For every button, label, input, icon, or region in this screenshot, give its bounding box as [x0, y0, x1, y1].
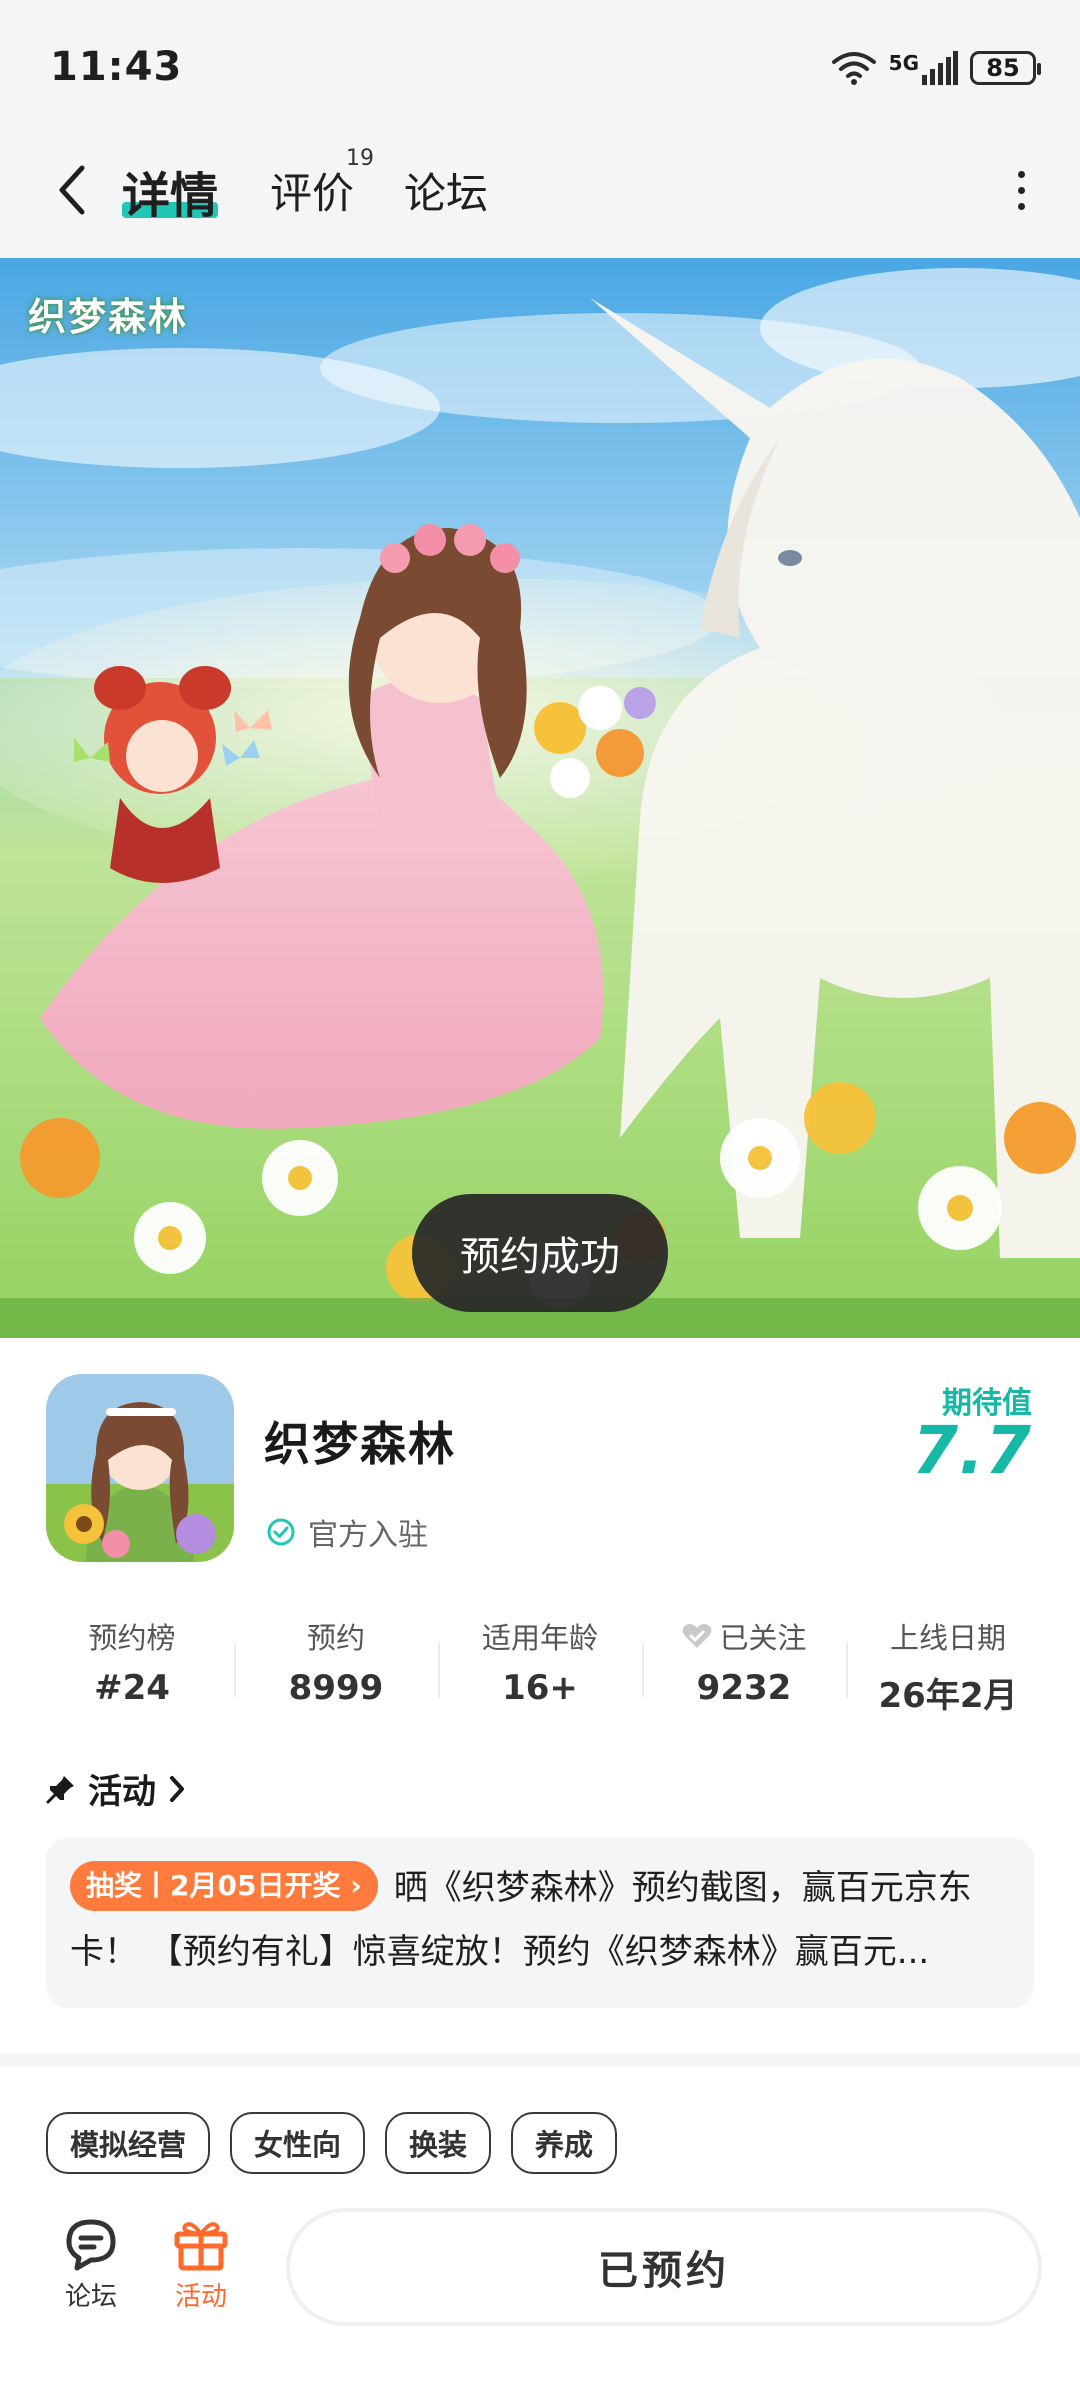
genre-tags: 模拟经营 女性向 换装 养成: [46, 2112, 618, 2174]
hero-game-logo: 织梦森林: [28, 294, 189, 339]
tab-reviews[interactable]: 评价: [270, 160, 354, 221]
reviews-count: 19: [346, 146, 374, 171]
expect-score: 7.7: [912, 1412, 1032, 1489]
stat-label: 上线日期: [889, 1621, 1006, 1655]
back-button[interactable]: [44, 162, 100, 218]
activity-title: 活动: [88, 1772, 156, 1812]
battery-level: 85: [986, 54, 1020, 82]
tab-forum[interactable]: 论坛: [404, 160, 488, 221]
stats-row: 预约榜 #24 预约 8999 适用年龄 16+ 已关注 9232 上线日期 2…: [30, 1614, 1050, 1724]
game-info-card: 织梦森林 官方入驻 期待值 7.7 预约榜 #24 预约 8999 适用年龄 1…: [0, 1338, 1080, 2058]
tag-item[interactable]: 养成: [511, 2112, 618, 2174]
lottery-tag-label: 抽奖丨2月05日开奖: [86, 1869, 341, 1902]
stat-age-rating: 适用年龄 16+: [438, 1614, 642, 1724]
game-title: 织梦森林: [264, 1417, 456, 1471]
check-circle-icon: [267, 1518, 295, 1546]
lottery-tag[interactable]: 抽奖丨2月05日开奖 ›: [70, 1861, 378, 1911]
tag-item[interactable]: 模拟经营: [46, 2112, 211, 2174]
stat-reservations: 预约 8999: [234, 1614, 438, 1724]
status-time: 11:43: [50, 44, 183, 90]
stat-value: 16+: [502, 1668, 578, 1708]
stat-value: 26年2月: [878, 1676, 1018, 1716]
bottom-action-bar: 论坛 活动 已预约: [0, 2180, 1080, 2387]
stat-label: 预约: [306, 1621, 365, 1655]
tag-item[interactable]: 换装: [385, 2112, 492, 2174]
network-type: 5G: [888, 51, 919, 75]
activity-header[interactable]: 活动: [46, 1764, 186, 1813]
gift-icon: [174, 2222, 228, 2271]
tag-item[interactable]: 女性向: [230, 2112, 366, 2174]
more-dot-icon: [1017, 202, 1025, 210]
verified-label: 官方入驻: [308, 1518, 428, 1553]
stat-label: 已关注: [719, 1621, 807, 1655]
network-indicator: 5G: [889, 51, 958, 85]
bottom-nav-activity[interactable]: 活动: [156, 2216, 246, 2313]
heart-icon: [683, 1624, 712, 1648]
game-app-icon: [46, 1374, 234, 1562]
stat-value: #24: [94, 1668, 170, 1708]
bottom-nav-activity-label: 活动: [174, 2282, 227, 2312]
header-nav: 详情 评价 19 论坛: [0, 140, 1080, 240]
top-bar: 11:43 5G 85 详情 评价 19 论坛: [0, 0, 1080, 258]
chevron-left-icon: [59, 165, 85, 215]
more-dot-icon: [1017, 170, 1025, 178]
hero-banner[interactable]: 织梦森林: [0, 258, 1080, 1338]
tab-details[interactable]: 详情: [122, 156, 218, 226]
section-divider: [0, 2054, 1080, 2066]
more-options-button[interactable]: [1006, 162, 1036, 218]
status-icons: 5G 85: [831, 44, 1041, 92]
stat-value: 8999: [288, 1668, 384, 1708]
toast-message: 预约成功: [412, 1194, 668, 1312]
pin-icon: [46, 1775, 74, 1803]
signal-icon: [922, 51, 958, 85]
stat-followers[interactable]: 已关注 9232: [642, 1614, 846, 1724]
bottom-nav-forum-label: 论坛: [64, 2282, 117, 2312]
stat-label: 适用年龄: [481, 1621, 598, 1655]
reserve-button[interactable]: 已预约: [286, 2208, 1042, 2326]
stat-value: 9232: [696, 1668, 792, 1708]
stat-release-date: 上线日期 26年2月: [846, 1614, 1050, 1724]
verified-badge: 官方入驻: [266, 1510, 428, 1554]
forum-chat-icon: [66, 2219, 116, 2271]
chevron-right-icon: [170, 1775, 184, 1802]
stat-label: 预约榜: [88, 1621, 176, 1655]
activity-card[interactable]: 抽奖丨2月05日开奖 › 晒《织梦森林》预约截图，赢百元京东卡！ 【预约有礼】惊喜…: [46, 1838, 1034, 2008]
stat-rank[interactable]: 预约榜 #24: [30, 1614, 234, 1724]
hero-illustration: [0, 258, 1080, 1338]
battery-indicator: 85: [970, 51, 1041, 85]
more-dot-icon: [1017, 186, 1025, 194]
bottom-nav-forum[interactable]: 论坛: [46, 2216, 136, 2313]
wifi-icon: [831, 52, 876, 85]
